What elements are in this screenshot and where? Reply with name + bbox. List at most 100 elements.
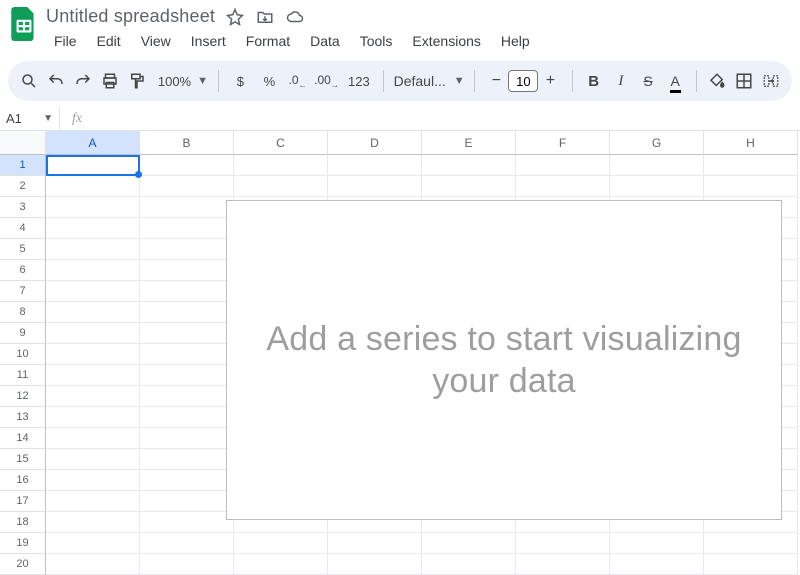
cell[interactable] <box>140 386 234 407</box>
cell[interactable] <box>610 176 704 197</box>
cell[interactable] <box>140 512 234 533</box>
row-header-14[interactable]: 14 <box>0 428 46 449</box>
fill-color-button[interactable] <box>707 67 728 95</box>
cell[interactable] <box>46 176 140 197</box>
cell[interactable] <box>140 407 234 428</box>
star-icon[interactable] <box>225 7 245 27</box>
cell[interactable] <box>704 176 798 197</box>
undo-icon[interactable] <box>45 67 66 95</box>
row-header-5[interactable]: 5 <box>0 239 46 260</box>
cell[interactable] <box>140 344 234 365</box>
cell[interactable] <box>46 239 140 260</box>
cell[interactable] <box>46 281 140 302</box>
cell[interactable] <box>234 155 328 176</box>
cell[interactable] <box>46 155 140 176</box>
menu-extensions[interactable]: Extensions <box>404 29 488 53</box>
cell[interactable] <box>704 533 798 554</box>
cell[interactable] <box>46 512 140 533</box>
cell[interactable] <box>140 470 234 491</box>
cell[interactable] <box>704 155 798 176</box>
spreadsheet-grid[interactable]: ABCDEFGH 1234567891011121314151617181920… <box>0 131 800 504</box>
menu-view[interactable]: View <box>133 29 179 53</box>
borders-button[interactable] <box>734 67 755 95</box>
cell[interactable] <box>234 176 328 197</box>
cell[interactable] <box>516 554 610 575</box>
cell[interactable] <box>46 218 140 239</box>
cell[interactable] <box>328 533 422 554</box>
cell[interactable] <box>46 344 140 365</box>
column-header-G[interactable]: G <box>610 131 704 155</box>
strikethrough-button[interactable]: S <box>637 67 658 95</box>
cell[interactable] <box>422 155 516 176</box>
format-percent-button[interactable]: % <box>258 67 281 95</box>
cell[interactable] <box>140 281 234 302</box>
row-header-11[interactable]: 11 <box>0 365 46 386</box>
cell[interactable] <box>140 323 234 344</box>
text-color-button[interactable]: A <box>665 67 686 95</box>
cell[interactable] <box>140 197 234 218</box>
cell[interactable] <box>328 176 422 197</box>
cell[interactable] <box>46 533 140 554</box>
select-all-corner[interactable] <box>0 131 46 155</box>
format-currency-button[interactable]: $ <box>229 67 252 95</box>
row-header-8[interactable]: 8 <box>0 302 46 323</box>
column-header-C[interactable]: C <box>234 131 328 155</box>
formula-input[interactable] <box>94 107 800 130</box>
cell[interactable] <box>328 155 422 176</box>
cell[interactable] <box>516 155 610 176</box>
menu-format[interactable]: Format <box>238 29 298 53</box>
row-header-6[interactable]: 6 <box>0 260 46 281</box>
menu-help[interactable]: Help <box>493 29 538 53</box>
cell[interactable] <box>140 302 234 323</box>
chart-placeholder[interactable]: Add a series to start visualizing your d… <box>226 200 782 520</box>
cell[interactable] <box>140 155 234 176</box>
search-menus-icon[interactable] <box>18 67 39 95</box>
row-header-12[interactable]: 12 <box>0 386 46 407</box>
menu-file[interactable]: File <box>46 29 85 53</box>
column-header-E[interactable]: E <box>422 131 516 155</box>
row-header-4[interactable]: 4 <box>0 218 46 239</box>
cell[interactable] <box>140 449 234 470</box>
cell[interactable] <box>140 176 234 197</box>
cell[interactable] <box>704 554 798 575</box>
column-header-H[interactable]: H <box>704 131 798 155</box>
row-header-19[interactable]: 19 <box>0 533 46 554</box>
cell[interactable] <box>140 554 234 575</box>
cell[interactable] <box>234 554 328 575</box>
cell[interactable] <box>140 365 234 386</box>
row-header-17[interactable]: 17 <box>0 491 46 512</box>
font-size-increase-button[interactable]: + <box>538 69 562 93</box>
menu-edit[interactable]: Edit <box>89 29 129 53</box>
cell[interactable] <box>610 155 704 176</box>
row-header-3[interactable]: 3 <box>0 197 46 218</box>
cell[interactable] <box>140 260 234 281</box>
decrease-decimal-button[interactable]: .0← <box>287 67 308 95</box>
cell[interactable] <box>234 533 328 554</box>
menu-insert[interactable]: Insert <box>183 29 234 53</box>
zoom-dropdown[interactable]: 100% ▼ <box>154 74 208 89</box>
cell[interactable] <box>140 218 234 239</box>
cell[interactable] <box>516 176 610 197</box>
column-header-A[interactable]: A <box>46 131 140 155</box>
font-family-dropdown[interactable]: Defaul... ▼ <box>394 73 464 89</box>
cell[interactable] <box>46 323 140 344</box>
menu-tools[interactable]: Tools <box>352 29 401 53</box>
cell[interactable] <box>46 260 140 281</box>
cell[interactable] <box>516 533 610 554</box>
row-header-2[interactable]: 2 <box>0 176 46 197</box>
cell[interactable] <box>46 302 140 323</box>
bold-button[interactable]: B <box>583 67 604 95</box>
cell[interactable] <box>422 176 516 197</box>
row-header-20[interactable]: 20 <box>0 554 46 575</box>
row-header-15[interactable]: 15 <box>0 449 46 470</box>
row-header-18[interactable]: 18 <box>0 512 46 533</box>
column-header-B[interactable]: B <box>140 131 234 155</box>
row-header-1[interactable]: 1 <box>0 155 46 176</box>
merge-cells-button[interactable] <box>761 67 782 95</box>
cell[interactable] <box>46 428 140 449</box>
print-icon[interactable] <box>100 67 121 95</box>
cell[interactable] <box>140 491 234 512</box>
cell[interactable] <box>46 449 140 470</box>
column-header-F[interactable]: F <box>516 131 610 155</box>
cells-area[interactable]: Add a series to start visualizing your d… <box>46 155 800 504</box>
